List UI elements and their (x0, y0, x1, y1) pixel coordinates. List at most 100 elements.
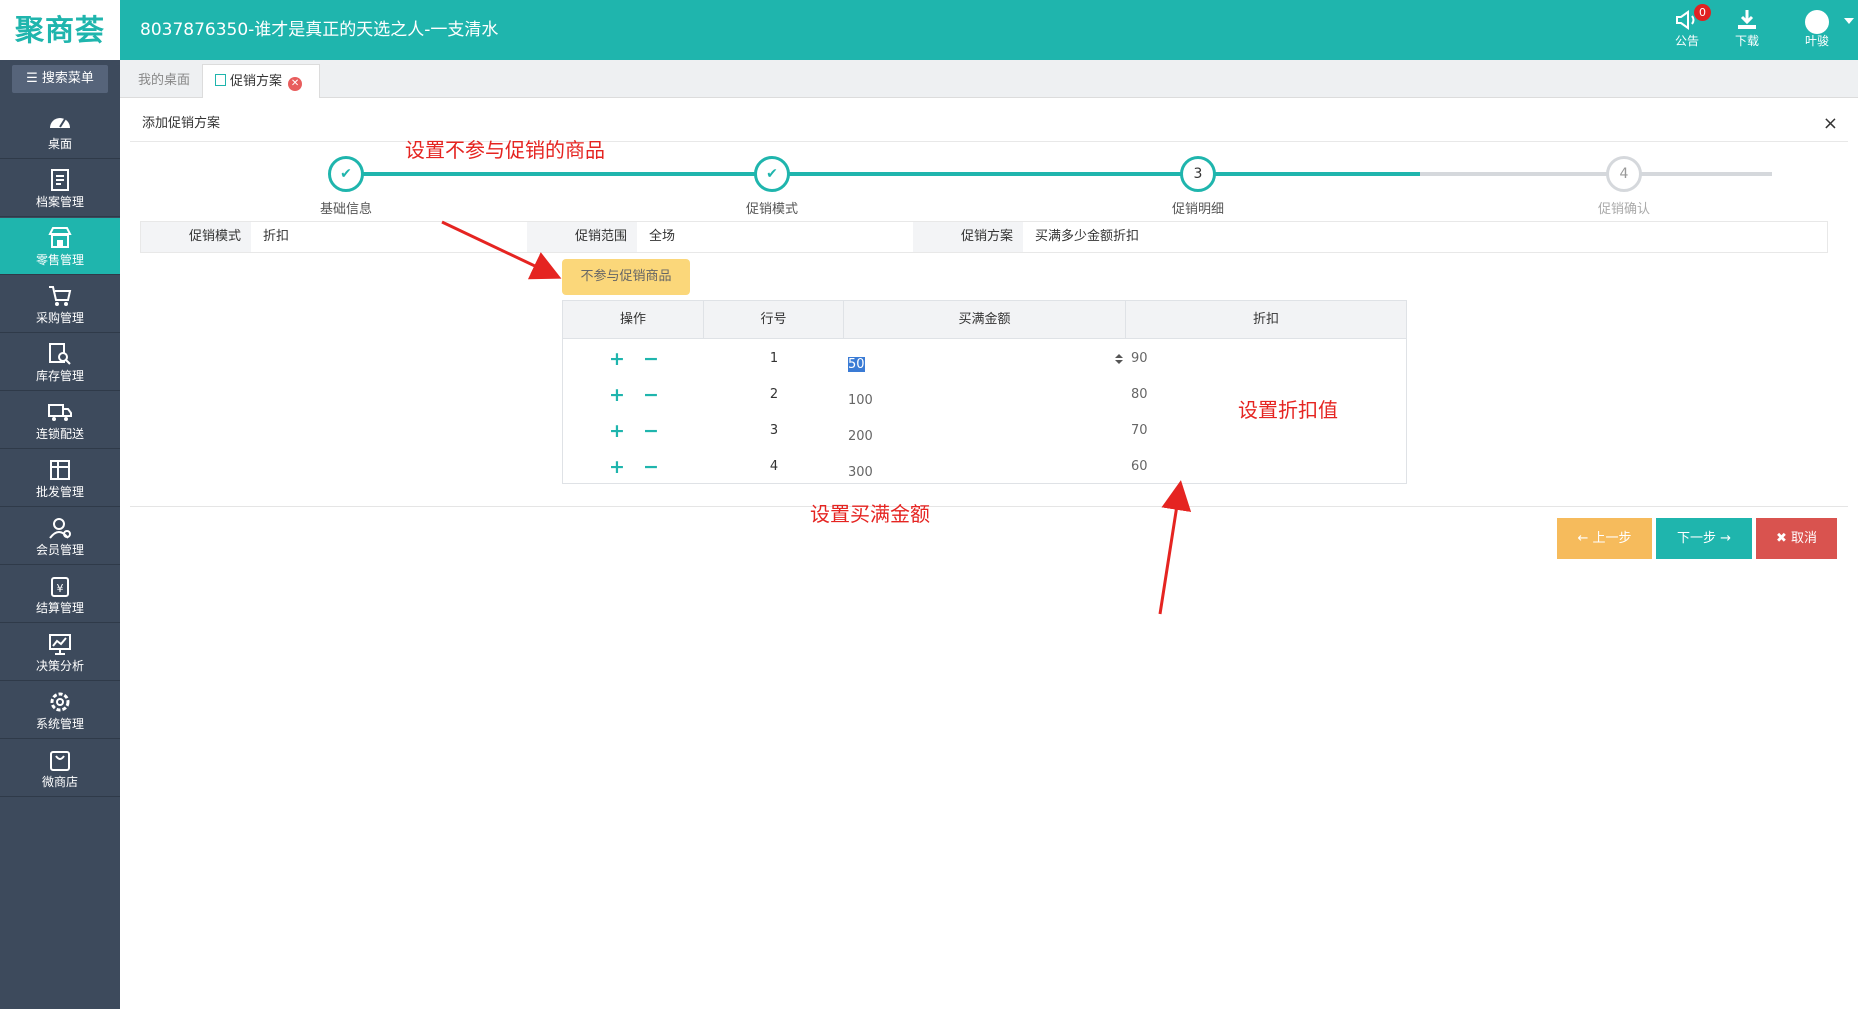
step-line-pending (1420, 172, 1772, 176)
add-row-button[interactable]: + (607, 377, 627, 413)
remove-row-button[interactable]: − (641, 341, 661, 377)
panel-close-button[interactable]: × (1823, 106, 1838, 142)
step-1-check-icon: ✔ (328, 156, 364, 192)
step-line-completed (346, 172, 1420, 176)
top-bar: 聚商荟 8037876350-谁才是真正的天选之人-一支清水 0 公告 下载 叶… (0, 0, 1858, 60)
tab-bar: 我的桌面 促销方案 ✕ (120, 60, 1858, 98)
dashboard-icon (50, 118, 70, 128)
annotation-exclude-note: 设置不参与促销的商品 (405, 138, 605, 162)
store-title: 8037876350-谁才是真正的天选之人-一支清水 (140, 20, 499, 40)
row-number: 2 (769, 387, 779, 402)
annotation-discount-note: 设置折扣值 (1238, 398, 1338, 422)
avatar (1805, 10, 1829, 34)
header-row-number: 行号 (704, 301, 844, 339)
add-row-button[interactable]: + (607, 341, 627, 377)
settlement-icon: ¥ (51, 577, 69, 597)
shop-bag-icon (50, 751, 70, 771)
document-icon (215, 74, 226, 86)
plan-label: 促销方案 (913, 222, 1023, 252)
sidebar-item-wholesale[interactable]: 批发管理 (0, 450, 120, 507)
previous-step-button[interactable]: ← 上一步 (1557, 518, 1652, 559)
sidebar: ☰ 搜索菜单 桌面 档案管理 零售管理 采购管理 库存管理 连锁配送 批发管理 … (0, 60, 120, 1009)
row-number: 3 (769, 423, 779, 438)
sidebar-item-system[interactable]: 系统管理 (0, 682, 120, 739)
step-1-label: 基础信息 (319, 202, 372, 217)
table-header: 操作 行号 买满金额 折扣 (563, 301, 1406, 339)
store-icon (48, 227, 72, 248)
sidebar-item-analysis[interactable]: 决策分析 (0, 624, 120, 681)
promo-info-row: 促销模式 折扣 促销范围 全场 促销方案 买满多少金额折扣 (140, 221, 1828, 253)
sidebar-item-inventory[interactable]: 库存管理 (0, 334, 120, 391)
step-3-label: 促销明细 (1171, 202, 1224, 217)
remove-row-button[interactable]: − (641, 449, 661, 485)
app-logo[interactable]: 聚商荟 (0, 0, 120, 60)
section-divider (130, 506, 1848, 507)
notice-button[interactable]: 0 公告 (1660, 4, 1714, 54)
plan-value: 买满多少金额折扣 (1035, 229, 1140, 244)
sidebar-item-purchase[interactable]: 采购管理 (0, 276, 120, 333)
download-icon (1720, 8, 1774, 34)
discount-input[interactable]: 60 (1126, 449, 1148, 485)
sidebar-item-settlement[interactable]: ¥ 结算管理 (0, 566, 120, 623)
exclude-products-button[interactable]: 不参与促销商品 (562, 259, 690, 295)
threshold-amount-input[interactable]: 200 (844, 419, 1124, 444)
threshold-amount-input[interactable]: 300 (844, 455, 1124, 480)
close-icon: ✖ (1775, 531, 1787, 546)
remove-row-button[interactable]: − (641, 413, 661, 449)
next-step-button[interactable]: 下一步 → (1656, 518, 1752, 559)
step-2-check-icon: ✔ (754, 156, 790, 192)
archive-icon (51, 169, 69, 191)
header-threshold-amount: 买满金额 (844, 301, 1126, 339)
scope-value: 全场 (649, 229, 676, 244)
inventory-search-icon (49, 343, 71, 365)
tab-promo-plan[interactable]: 促销方案 ✕ (202, 64, 320, 98)
user-name: 叶骏 (1804, 34, 1829, 48)
remove-row-button[interactable]: − (641, 377, 661, 413)
sidebar-item-desktop[interactable]: 桌面 (0, 102, 120, 159)
wholesale-icon (50, 460, 70, 480)
discount-input[interactable]: 80 (1126, 377, 1148, 413)
table-row: + − 4 300 60 (563, 449, 1406, 485)
cancel-button[interactable]: ✖ 取消 (1756, 518, 1837, 559)
number-spinner-icon[interactable] (1114, 353, 1124, 365)
threshold-amount-input[interactable]: 100 (844, 383, 1124, 408)
header-operation: 操作 (563, 301, 704, 339)
chevron-down-icon (1844, 18, 1854, 24)
sidebar-item-microshop[interactable]: 微商店 (0, 740, 120, 797)
threshold-amount-input[interactable]: 50 (844, 347, 1124, 372)
discount-input[interactable]: 70 (1126, 413, 1148, 449)
step-2-label: 促销模式 (745, 202, 798, 217)
sidebar-item-member[interactable]: 会员管理 (0, 508, 120, 565)
notice-label: 公告 (1674, 34, 1699, 48)
search-menu-button[interactable]: ☰ 搜索菜单 (12, 65, 108, 93)
scope-label: 促销范围 (527, 222, 637, 252)
add-row-button[interactable]: + (607, 449, 627, 485)
member-icon (49, 518, 71, 539)
analysis-icon (49, 634, 71, 655)
sidebar-item-retail[interactable]: 零售管理 (0, 218, 120, 275)
discount-input[interactable]: 90 (1126, 341, 1148, 377)
add-row-button[interactable]: + (607, 413, 627, 449)
download-button[interactable]: 下载 (1720, 8, 1774, 54)
step-4-number: 4 (1606, 156, 1642, 192)
promo-detail-table: 操作 行号 买满金额 折扣 + − 1 50 90 + − 2 100 80 + − … (562, 300, 1407, 484)
tab-my-desktop[interactable]: 我的桌面 (126, 64, 202, 98)
cart-icon (49, 286, 72, 306)
arrow-left-icon: ← (1577, 531, 1589, 546)
arrow-right-icon: → (1720, 531, 1732, 546)
close-tab-icon[interactable]: ✕ (288, 77, 303, 91)
svg-text:¥: ¥ (57, 582, 64, 595)
tab-promo-label: 促销方案 (230, 74, 283, 89)
panel-title: 添加促销方案 (142, 116, 221, 131)
step-3-number: 3 (1180, 156, 1216, 192)
sidebar-item-distribution[interactable]: 连锁配送 (0, 392, 120, 449)
panel-header: 添加促销方案 × (130, 106, 1848, 142)
search-list-icon: ☰ (26, 71, 38, 86)
truck-icon (48, 404, 72, 421)
user-menu[interactable]: 叶骏 (1790, 8, 1854, 54)
step-progress: ✔ 基础信息 ✔ 促销模式 3 促销明细 4 促销确认 (130, 150, 1848, 220)
sidebar-item-archive[interactable]: 档案管理 (0, 160, 120, 217)
annotation-amount-note: 设置买满金额 (810, 502, 930, 526)
download-label: 下载 (1734, 34, 1759, 48)
step-4-label: 促销确认 (1597, 202, 1650, 217)
